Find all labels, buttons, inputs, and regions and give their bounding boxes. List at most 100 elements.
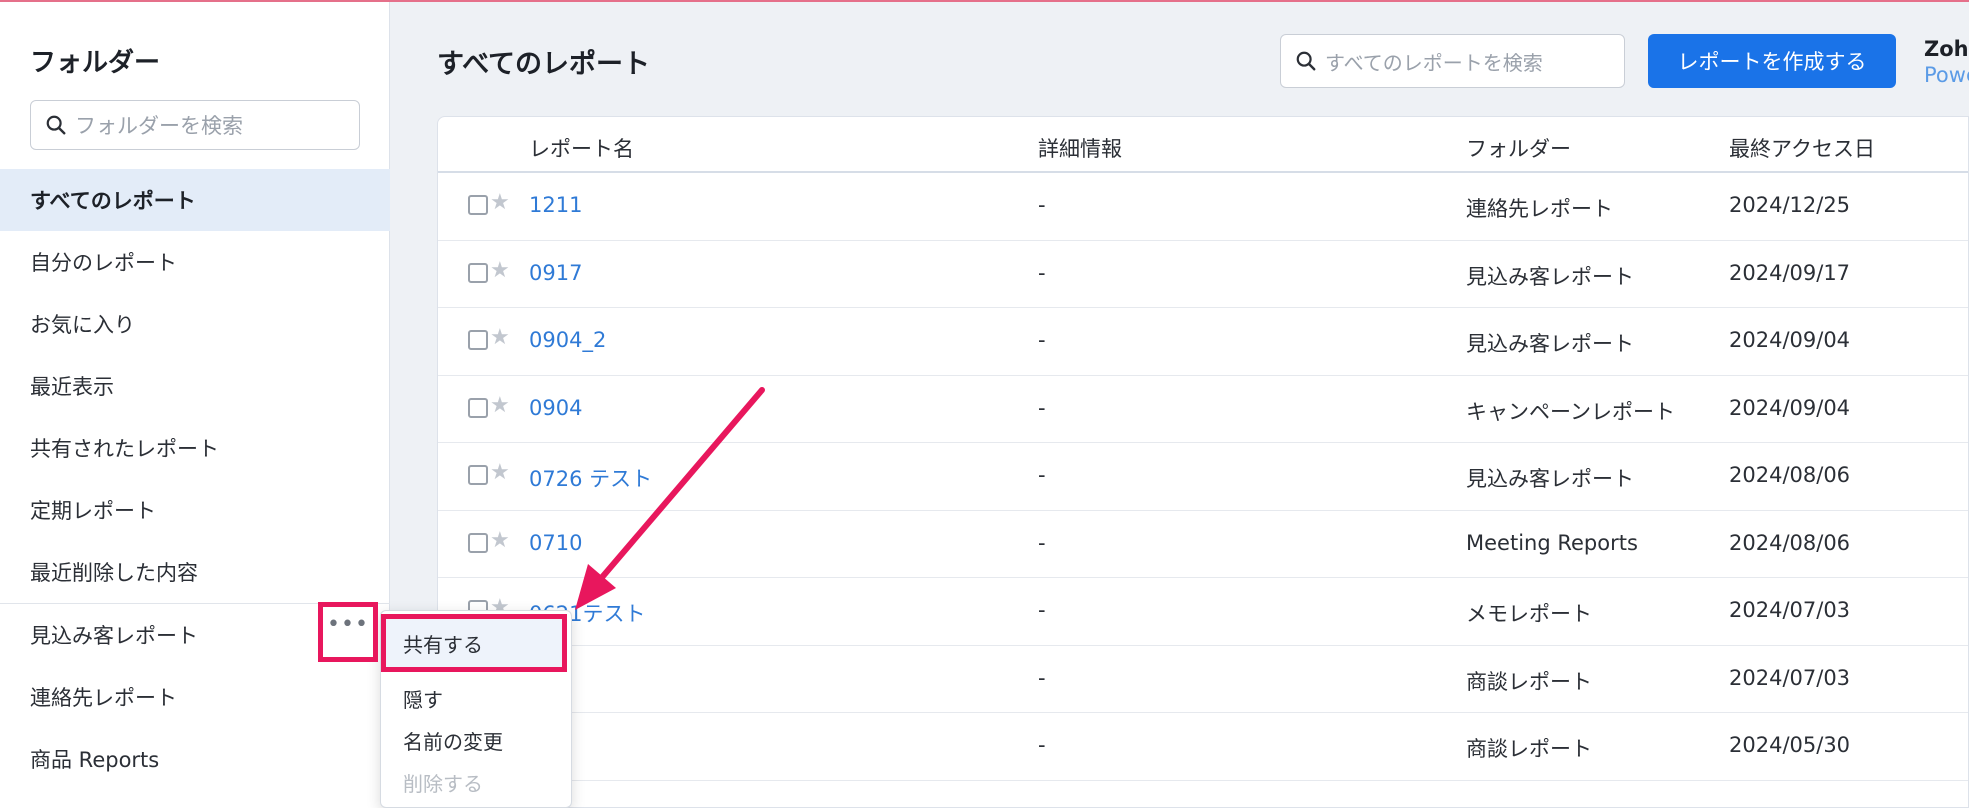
table-row[interactable]: ★ 0621テスト - メモレポート 2024/07/03 [438, 578, 1968, 646]
menu-item-rename[interactable]: 名前の変更 [403, 726, 503, 755]
brand-name: Zoho [1924, 37, 1969, 61]
menu-item-hide[interactable]: 隠す [403, 684, 443, 713]
report-folder: 見込み客レポート [1466, 332, 1634, 356]
column-header-folder[interactable]: フォルダー [1466, 133, 1571, 163]
star-icon[interactable]: ★ [490, 393, 510, 418]
sidebar-item-label: 自分のレポート [30, 251, 177, 275]
sidebar-item-scheduled[interactable]: 定期レポート [0, 479, 390, 541]
sidebar-item-recently-deleted[interactable]: 最近削除した内容 [0, 541, 390, 603]
sidebar-item-label: お気に入り [30, 313, 135, 337]
table-row[interactable]: ★ 1211 - 連絡先レポート 2024/12/25 [438, 173, 1968, 241]
top-accent-line [0, 0, 1969, 2]
table-row[interactable]: ★ 0 - 商談レポート 2024/05/30 [438, 713, 1968, 781]
column-header-name[interactable]: レポート名 [529, 133, 634, 163]
table-row[interactable]: ★ 0904 - キャンペーンレポート 2024/09/04 [438, 376, 1968, 443]
report-folder: Meeting Reports [1466, 530, 1638, 555]
report-detail: - [1038, 193, 1046, 217]
sidebar-item-favorites[interactable]: お気に入り [0, 293, 390, 355]
report-last-accessed: 2024/07/03 [1729, 598, 1851, 622]
star-icon[interactable]: ★ [490, 528, 510, 553]
menu-item-delete: 削除する [403, 772, 483, 796]
table-row[interactable]: ★ 0710 - Meeting Reports 2024/08/06 [438, 511, 1968, 578]
report-name-link[interactable]: 0917 [529, 261, 582, 285]
brand-tagline[interactable]: Powe [1924, 62, 1969, 88]
report-last-accessed: 2024/09/04 [1729, 395, 1851, 420]
sidebar-nav: すべてのレポート 自分のレポート お気に入り 最近表示 共有されたレポート 定期… [0, 169, 390, 790]
report-name-link[interactable]: 0710 [529, 531, 582, 555]
sidebar-item-label: 見込み客レポート [30, 624, 198, 648]
row-checkbox[interactable] [468, 397, 488, 418]
sidebar-item-label: 商品 Reports [30, 748, 160, 772]
sidebar-folder-products[interactable]: 商品 Reports [0, 728, 390, 790]
report-detail: - [1038, 733, 1046, 757]
sidebar-item-label: 共有されたレポート [30, 437, 219, 461]
more-dots-icon: ••• [327, 612, 369, 637]
star-icon[interactable]: ★ [490, 325, 510, 350]
sidebar-item-my-reports[interactable]: 自分のレポート [0, 231, 390, 293]
search-icon [46, 115, 66, 135]
table-header: レポート名 詳細情報 フォルダー 最終アクセス日 [438, 117, 1968, 173]
report-search-placeholder: すべてのレポートを検索 [1325, 50, 1543, 75]
sidebar-title: フォルダー [30, 48, 161, 78]
sidebar-folder-contacts[interactable]: 連絡先レポート [0, 666, 390, 728]
sidebar-item-label: 定期レポート [30, 499, 156, 523]
report-name-link[interactable]: 0904 [529, 396, 582, 420]
report-last-accessed: 2024/09/17 [1729, 260, 1851, 285]
report-detail: - [1038, 463, 1046, 487]
reports-table: レポート名 詳細情報 フォルダー 最終アクセス日 ★ 1211 - 連絡先レポー… [437, 116, 1969, 808]
report-name-link[interactable]: 0904_2 [529, 328, 606, 352]
star-icon[interactable]: ★ [490, 258, 510, 283]
sidebar-item-label: 最近削除した内容 [30, 561, 198, 585]
report-last-accessed: 2024/07/03 [1729, 665, 1851, 690]
report-folder: 見込み客レポート [1466, 467, 1634, 491]
report-last-accessed: 2024/05/30 [1729, 733, 1851, 757]
report-last-accessed: 2024/09/04 [1729, 328, 1851, 352]
report-detail: - [1038, 598, 1046, 622]
search-icon [1296, 51, 1316, 71]
row-checkbox[interactable] [468, 532, 488, 553]
report-search-input[interactable]: すべてのレポートを検索 [1280, 34, 1625, 88]
report-folder: 連絡先レポート [1466, 197, 1613, 221]
report-detail: - [1038, 665, 1046, 690]
column-header-detail[interactable]: 詳細情報 [1038, 133, 1122, 163]
brand-label: Zoho Powe [1924, 36, 1969, 88]
table-row[interactable]: ★ 0917 - 見込み客レポート 2024/09/17 [438, 241, 1968, 308]
report-detail: - [1038, 530, 1046, 555]
star-icon[interactable]: ★ [490, 190, 510, 215]
table-row[interactable]: ★ 06 - 商談レポート 2024/07/03 [438, 646, 1968, 713]
row-checkbox[interactable] [468, 465, 488, 485]
sidebar-item-label: 最近表示 [30, 375, 114, 399]
report-detail: - [1038, 260, 1046, 285]
report-last-accessed: 2024/08/06 [1729, 530, 1851, 555]
menu-item-share[interactable]: 共有する [381, 614, 567, 672]
folder-more-options-button[interactable]: ••• [318, 602, 378, 662]
report-folder: 商談レポート [1466, 669, 1592, 694]
sidebar-item-recent[interactable]: 最近表示 [0, 355, 390, 417]
table-row[interactable]: ★ 0904_2 - 見込み客レポート 2024/09/04 [438, 308, 1968, 376]
report-last-accessed: 2024/08/06 [1729, 463, 1851, 487]
sidebar-item-label: 連絡先レポート [30, 686, 177, 710]
table-row[interactable]: ★ 0726 テスト - 見込み客レポート 2024/08/06 [438, 443, 1968, 511]
sidebar-item-shared[interactable]: 共有されたレポート [0, 417, 390, 479]
report-folder: 見込み客レポート [1466, 264, 1634, 289]
report-name-link[interactable]: 0726 テスト [529, 463, 652, 493]
page-title: すべてのレポート [437, 49, 651, 80]
report-folder: 商談レポート [1466, 737, 1592, 761]
create-report-button[interactable]: レポートを作成する [1648, 34, 1896, 88]
row-checkbox[interactable] [468, 330, 488, 350]
folder-search-placeholder: フォルダーを検索 [75, 114, 243, 138]
report-last-accessed: 2024/12/25 [1729, 193, 1851, 217]
folder-sidebar: フォルダー フォルダーを検索 すべてのレポート 自分のレポート お気に入り 最近… [0, 0, 390, 808]
row-checkbox[interactable] [468, 195, 488, 215]
star-icon[interactable]: ★ [490, 460, 510, 485]
column-header-last-accessed[interactable]: 最終アクセス日 [1729, 133, 1875, 163]
report-detail: - [1038, 328, 1046, 352]
report-folder: メモレポート [1466, 602, 1592, 626]
row-checkbox[interactable] [468, 262, 488, 283]
folder-search-input[interactable]: フォルダーを検索 [30, 100, 360, 150]
sidebar-item-label: すべてのレポート [30, 189, 196, 213]
report-folder: キャンペーンレポート [1466, 399, 1675, 424]
sidebar-item-all-reports[interactable]: すべてのレポート [0, 169, 390, 231]
report-detail: - [1038, 395, 1046, 420]
report-name-link[interactable]: 1211 [529, 193, 582, 217]
